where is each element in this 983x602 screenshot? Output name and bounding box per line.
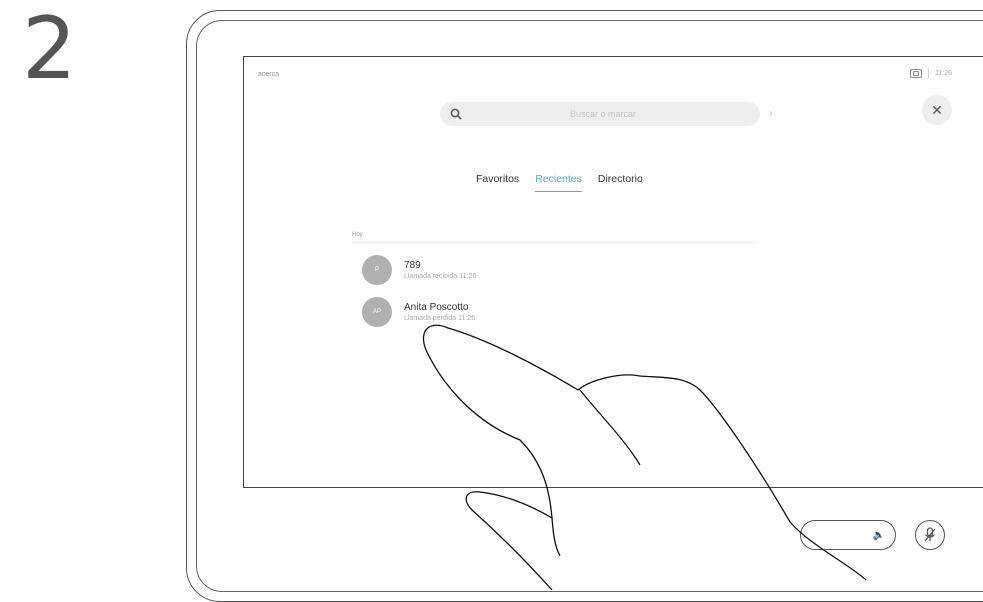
pointing-hand-illustration xyxy=(422,324,867,591)
